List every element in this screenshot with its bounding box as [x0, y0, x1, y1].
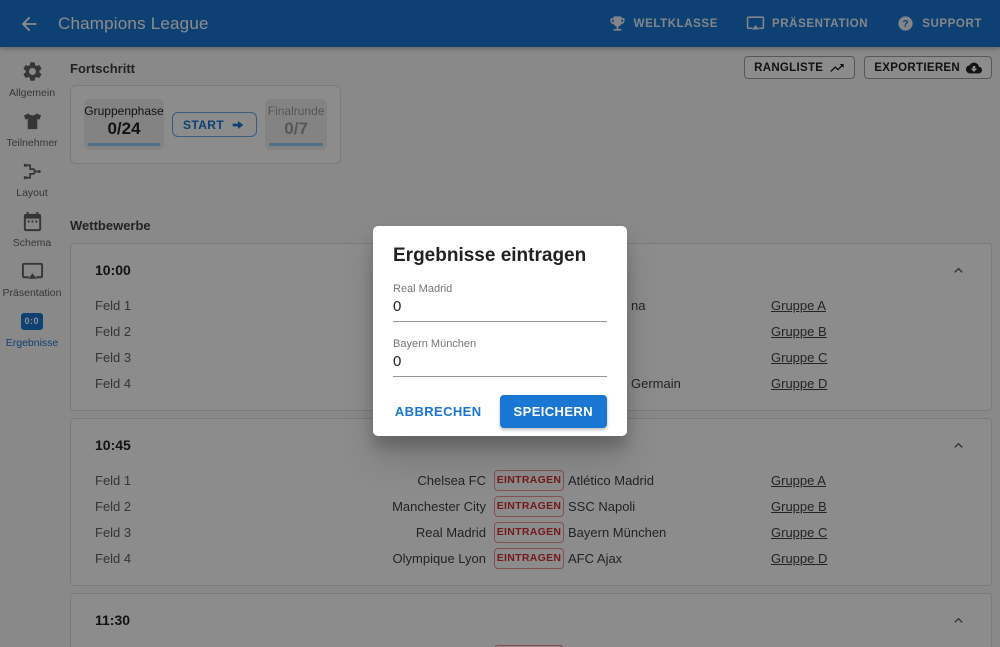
dialog-actions: ABBRECHEN SPEICHERN [393, 395, 607, 428]
score-field-label: Real Madrid [393, 283, 607, 295]
score-field: Real Madrid [393, 283, 607, 322]
enter-results-dialog: Ergebnisse eintragen Real Madrid Bayern M… [373, 226, 627, 436]
score-field: Bayern München [393, 338, 607, 377]
save-button[interactable]: SPEICHERN [500, 395, 607, 428]
dialog-title: Ergebnisse eintragen [393, 245, 607, 267]
cancel-button[interactable]: ABBRECHEN [389, 395, 488, 428]
score-input[interactable] [393, 295, 607, 322]
score-field-label: Bayern München [393, 338, 607, 350]
score-input[interactable] [393, 350, 607, 377]
dialog-fields: Real Madrid Bayern München [393, 283, 607, 377]
